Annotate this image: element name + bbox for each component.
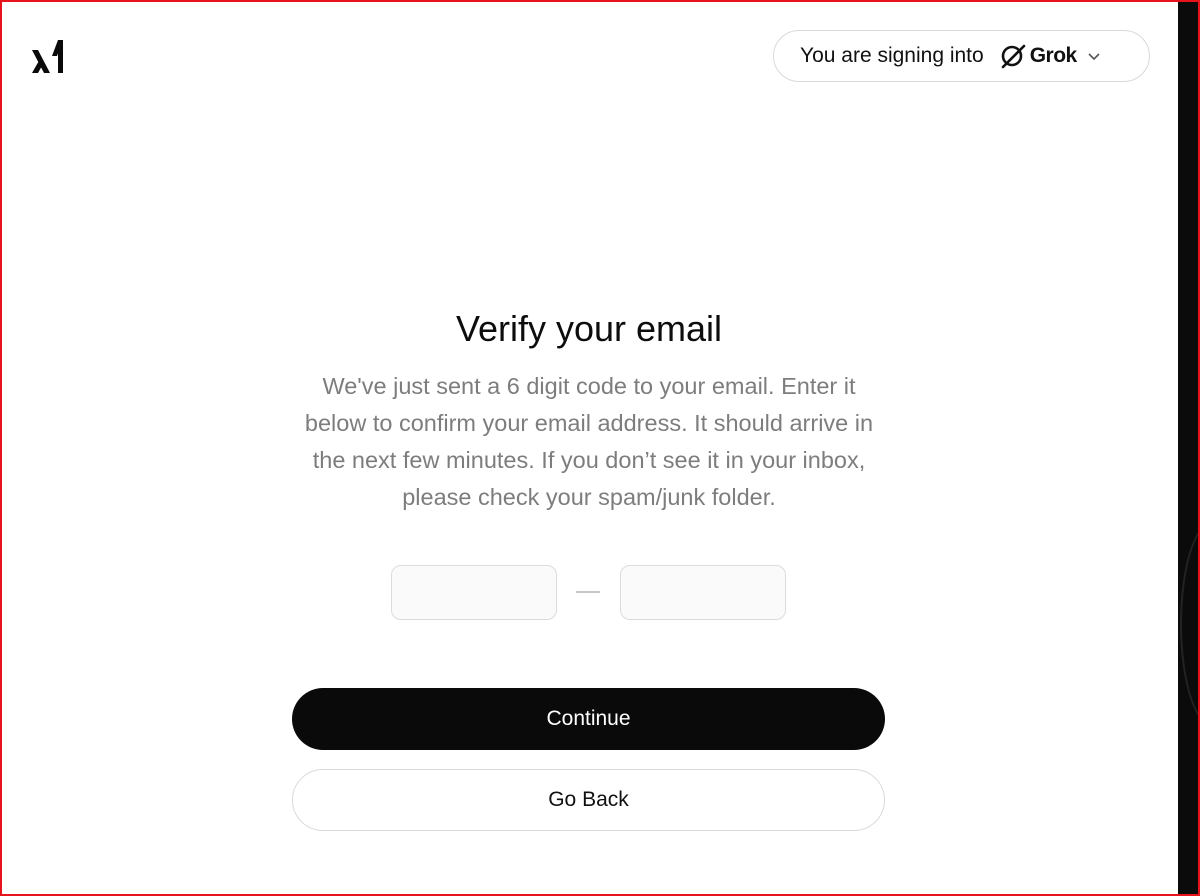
xai-logo-icon[interactable] [30,38,66,74]
page-description: We've just sent a 6 digit code to your e… [304,373,874,510]
page: You are signing into Grok Verify your em… [0,0,1200,896]
product-name: Grok [1029,44,1078,67]
code-group-first [391,565,557,620]
code-group-second [620,565,786,620]
code-digit-1[interactable] [392,566,556,619]
continue-button[interactable]: Continue [292,688,885,750]
chevron-down-icon [1088,53,1100,61]
go-back-button[interactable]: Go Back [292,769,885,831]
code-separator [576,591,600,593]
page-title: Verify your email [455,308,723,349]
signin-prefix-label: You are signing into [800,44,984,67]
background-panel-edge [1178,2,1198,894]
product-switcher[interactable]: You are signing into Grok [773,30,1150,82]
code-digit-4[interactable] [621,566,785,619]
grok-icon [1001,44,1026,69]
